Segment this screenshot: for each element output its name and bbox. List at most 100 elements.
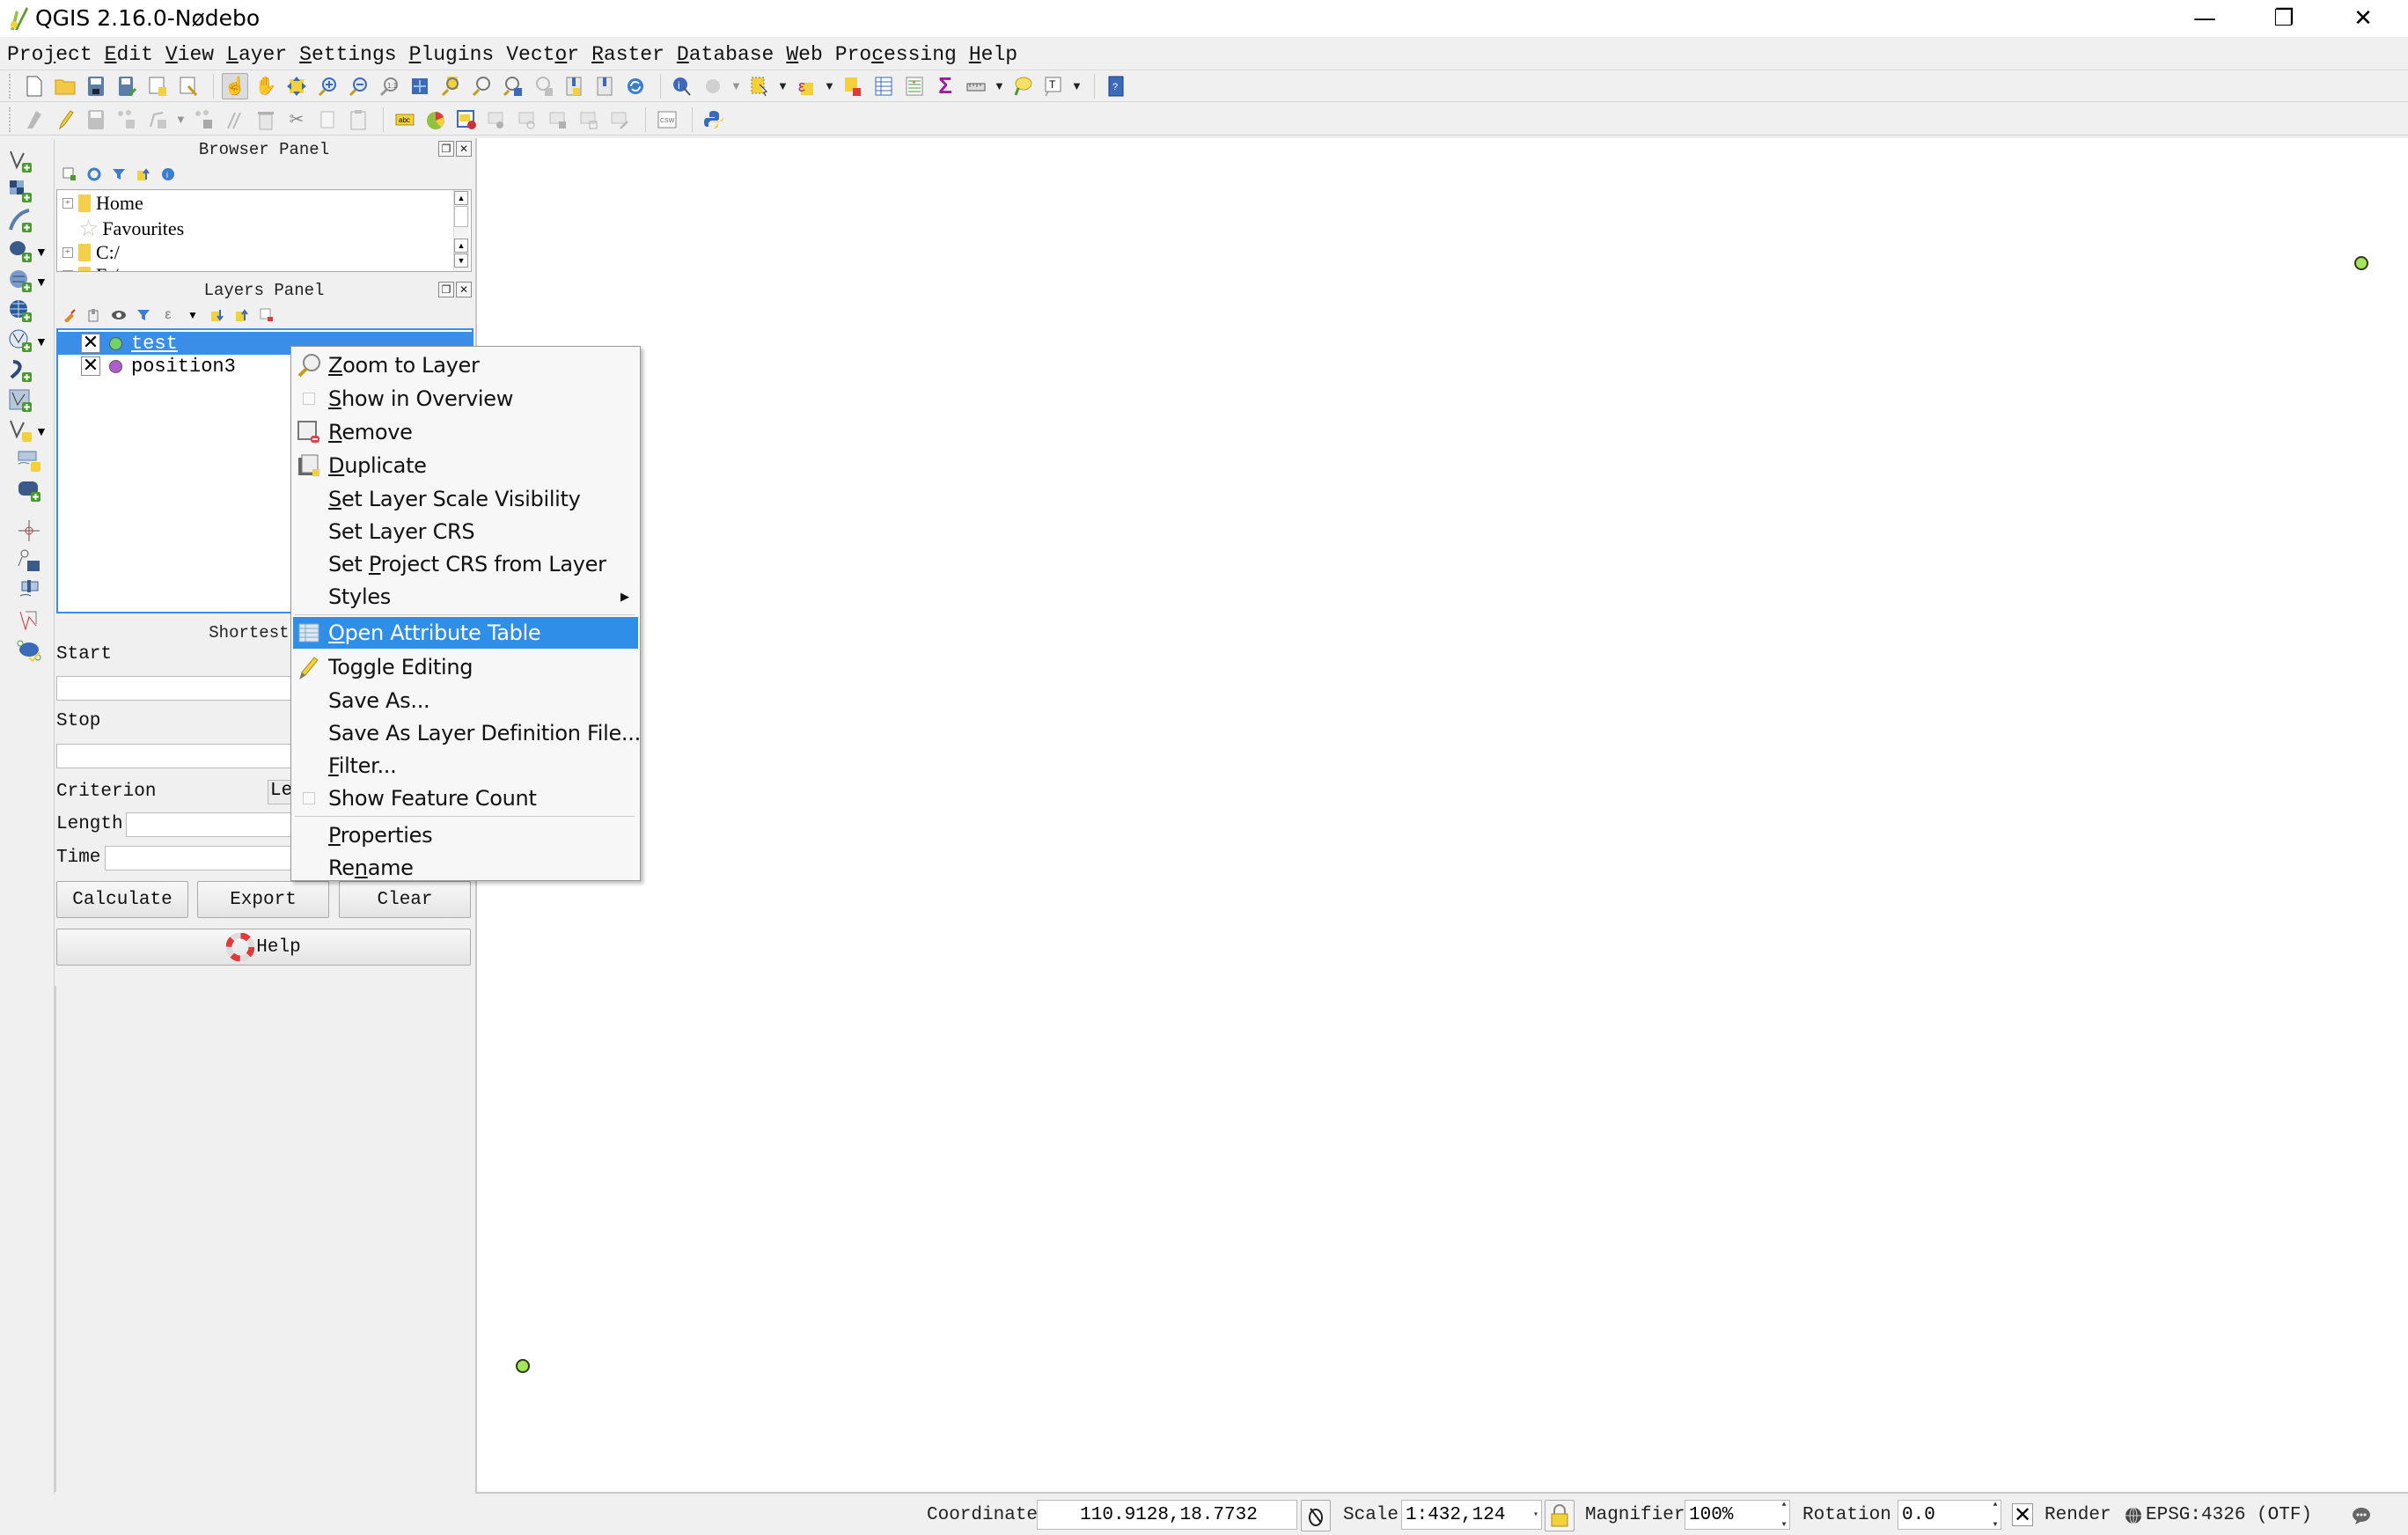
menu-project[interactable]: Project [7, 43, 92, 66]
wfs-dropdown-icon[interactable]: ▼ [35, 334, 48, 349]
new-shapefile-layer-icon[interactable] [7, 417, 33, 444]
layers-panel-header[interactable]: Layers Panel ❐ ✕ [55, 280, 474, 301]
magnifier-spin-arrows[interactable]: ▲ ▼ [1779, 1501, 1789, 1529]
scroll-up-button[interactable]: ▲ [454, 239, 468, 253]
select-by-expression-icon[interactable]: ε [793, 73, 819, 99]
add-spatialite-layer-icon[interactable] [7, 268, 33, 294]
move-feature-icon[interactable] [191, 106, 217, 133]
collapse-all-icon[interactable] [136, 166, 151, 182]
float-panel-button[interactable]: ❐ [438, 141, 454, 157]
coordinate-field[interactable]: 110.9128,18.7732 [1037, 1500, 1297, 1530]
digitize-with-segment-icon[interactable] [16, 547, 42, 574]
save-project-as-icon[interactable] [114, 73, 140, 99]
menu-vector[interactable]: Vector [506, 43, 579, 66]
add-vector-layer-icon[interactable] [7, 148, 33, 174]
map-point-feature[interactable] [2354, 256, 2368, 270]
collapse-all-icon[interactable] [234, 307, 250, 323]
menu-item-show-feature-count[interactable]: Show Feature Count [293, 782, 638, 814]
show-hide-labels-icon[interactable] [484, 106, 510, 133]
layer-labeling-icon[interactable]: abc [392, 106, 418, 133]
menu-settings[interactable]: Settings [299, 43, 396, 66]
menu-item-save-as-layer-definition[interactable]: Save As Layer Definition File... [293, 717, 641, 749]
menu-item-show-in-overview[interactable]: Show in Overview [293, 383, 638, 415]
zoom-out-icon[interactable] [345, 73, 371, 99]
identify-features-icon[interactable]: i [669, 73, 695, 99]
new-layer-dropdown-icon[interactable]: ▼ [35, 424, 48, 438]
calculate-button[interactable]: Calculate [56, 881, 188, 918]
menu-item-set-layer-crs[interactable]: Set Layer CRS [293, 516, 638, 547]
add-virtual-layer-icon[interactable] [7, 387, 33, 414]
zoom-full-icon[interactable] [407, 73, 433, 99]
toolbar-grip[interactable] [9, 106, 14, 132]
help-contents-icon[interactable]: ? [1103, 73, 1129, 99]
cut-features-icon[interactable]: ✂ [283, 106, 310, 133]
filter-browser-icon[interactable] [111, 166, 127, 182]
refresh-icon[interactable] [622, 73, 649, 99]
road-graph-icon[interactable] [16, 607, 42, 634]
checkbox-icon[interactable] [297, 786, 321, 811]
add-oracle-layer-icon[interactable] [7, 357, 33, 384]
menu-item-filter[interactable]: Filter... [293, 750, 638, 782]
layer-visibility-checkbox[interactable]: ✕ [81, 334, 100, 353]
measure-dropdown-icon[interactable]: ▼ [994, 79, 1005, 92]
save-project-icon[interactable] [83, 73, 109, 99]
toggle-editing-icon[interactable] [52, 106, 78, 133]
messages-icon[interactable] [2352, 1507, 2371, 1529]
zoom-last-icon[interactable] [499, 73, 525, 99]
help-button[interactable]: Help [56, 929, 471, 966]
open-project-icon[interactable] [52, 73, 78, 99]
toolbar-grip[interactable] [9, 73, 14, 99]
toggle-extents-button[interactable] [1301, 1500, 1331, 1531]
node-tool-dropdown-icon[interactable]: ▼ [175, 113, 187, 126]
zoom-in-icon[interactable] [314, 73, 341, 99]
add-wms-layer-icon[interactable] [7, 297, 33, 324]
export-button[interactable]: Export [197, 881, 329, 918]
refresh-browser-icon[interactable] [86, 166, 102, 182]
scale-dropdown-icon[interactable]: ▾ [1531, 1501, 1541, 1529]
map-canvas[interactable] [475, 138, 2408, 1494]
zoom-next-icon[interactable] [530, 73, 556, 99]
crs-status-button[interactable]: EPSG:4326 (OTF) [2146, 1505, 2312, 1525]
new-project-icon[interactable] [21, 73, 48, 99]
menu-item-duplicate[interactable]: Duplicate [293, 450, 638, 481]
filter-by-expression-icon[interactable]: ε [160, 307, 176, 323]
open-layer-styling-icon[interactable] [62, 307, 77, 323]
menu-web[interactable]: Web [786, 43, 822, 66]
delete-part-icon[interactable] [222, 106, 248, 133]
expand-icon[interactable]: + [62, 270, 73, 271]
pin-labels-icon[interactable] [453, 106, 480, 133]
new-bookmark-icon[interactable] [561, 73, 587, 99]
new-geopackage-layer-icon[interactable] [16, 477, 42, 503]
measure-line-icon[interactable] [963, 73, 989, 99]
action-icon[interactable] [700, 73, 726, 99]
menu-help[interactable]: Help [969, 43, 1017, 66]
menu-item-remove[interactable]: Remove [293, 416, 638, 448]
copy-features-icon[interactable] [314, 106, 341, 133]
select-expression-dropdown-icon[interactable]: ▼ [824, 79, 835, 92]
pan-to-selection-icon[interactable] [283, 73, 310, 99]
current-edits-icon[interactable] [21, 106, 48, 133]
pan-map-icon[interactable]: ✋ [253, 73, 279, 99]
expand-icon[interactable]: + [62, 198, 73, 209]
tree-item-e-drive[interactable]: + E:/ [62, 264, 119, 271]
new-spatialite-layer-icon[interactable] [16, 447, 42, 474]
show-bookmarks-icon[interactable] [591, 73, 618, 99]
menu-plugins[interactable]: Plugins [409, 43, 495, 66]
add-group-icon[interactable] [86, 307, 102, 323]
close-panel-button[interactable]: ✕ [456, 141, 472, 157]
menu-raster[interactable]: Raster [591, 43, 664, 66]
select-features-icon[interactable] [746, 73, 773, 99]
menu-item-rename[interactable]: Rename [293, 852, 638, 884]
open-attribute-table-icon[interactable] [870, 73, 897, 99]
paste-features-icon[interactable] [345, 106, 371, 133]
clear-button[interactable]: Clear [339, 881, 471, 918]
move-label-icon[interactable] [515, 106, 541, 133]
add-feature-icon[interactable] [114, 106, 140, 133]
new-print-composer-icon[interactable] [144, 73, 171, 99]
map-point-feature[interactable] [516, 1359, 530, 1373]
stop-input[interactable] [56, 744, 312, 768]
zoom-to-layer-icon[interactable] [468, 73, 495, 99]
browser-panel-header[interactable]: Browser Panel ❐ ✕ [55, 139, 474, 160]
label-properties-icon[interactable] [607, 106, 634, 133]
magnifier-spinbox[interactable]: 100% ▲ ▼ [1685, 1500, 1790, 1530]
